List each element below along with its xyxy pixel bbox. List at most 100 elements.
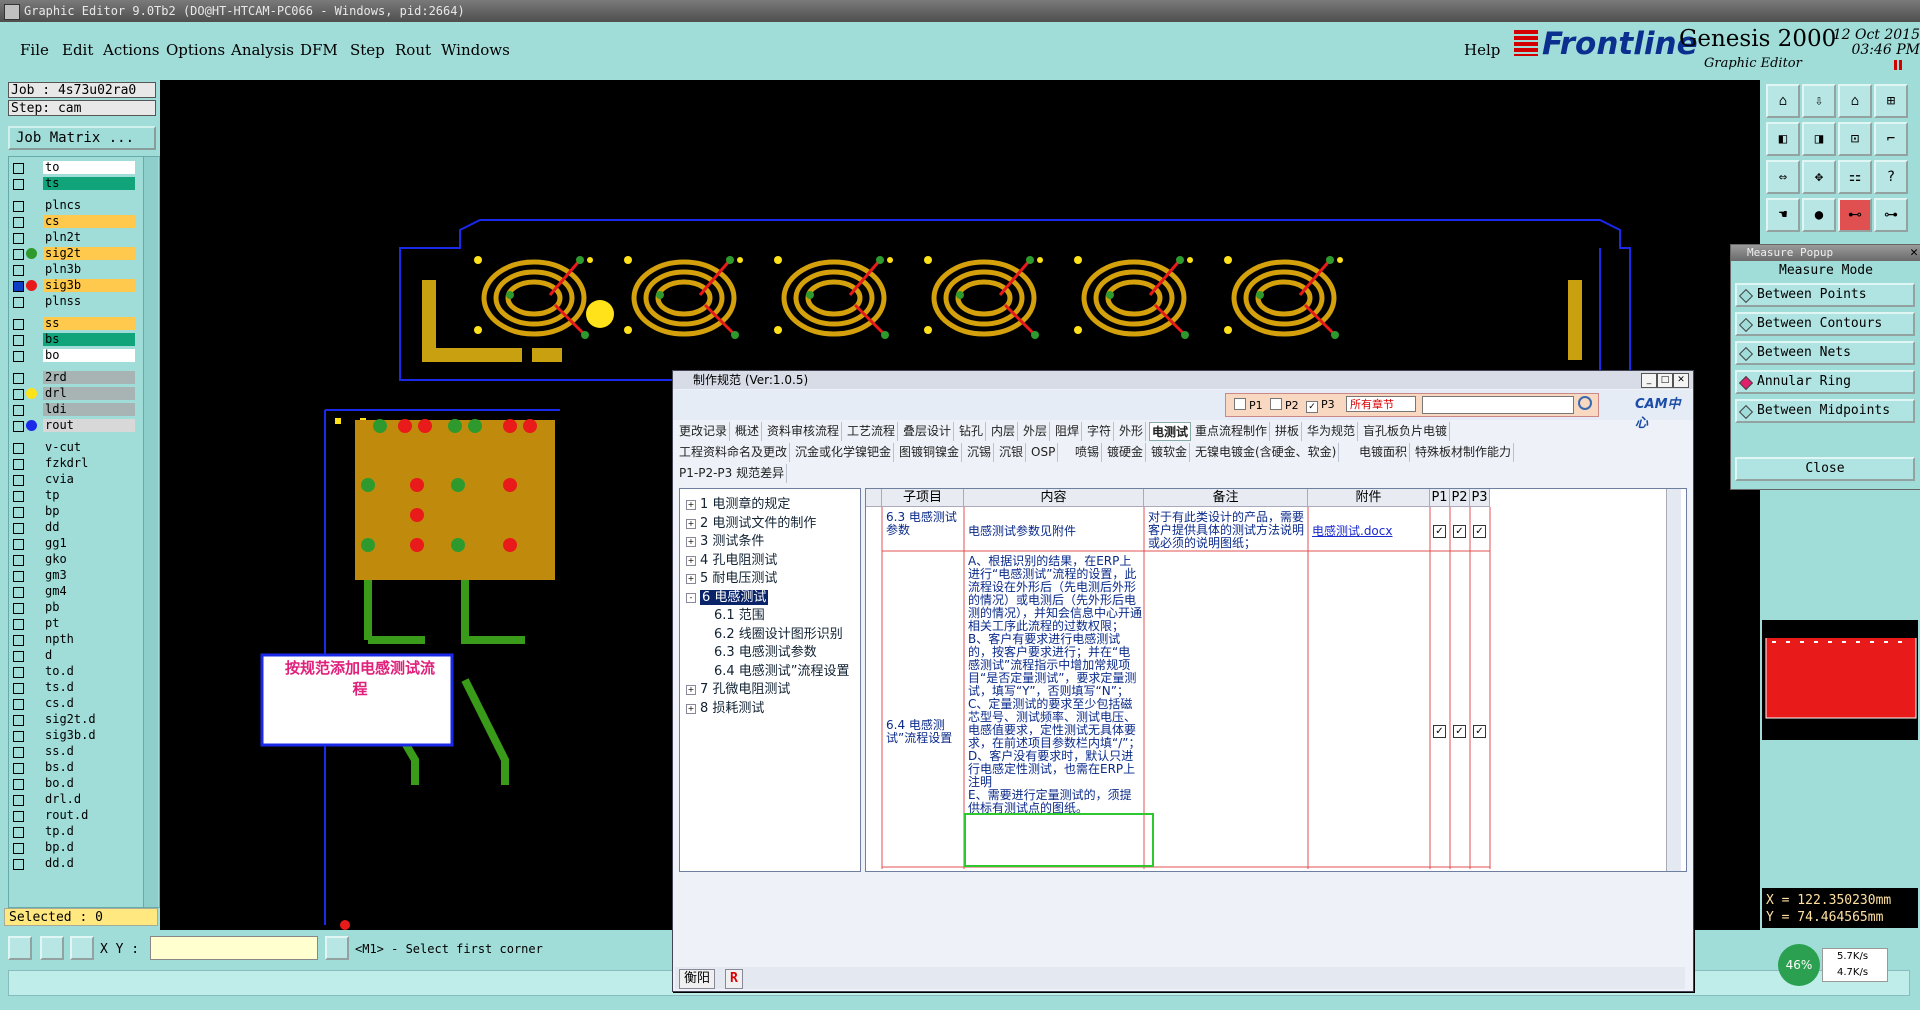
layer-name[interactable]: ldi	[43, 403, 135, 416]
zoom-area-icon[interactable]	[8, 936, 32, 960]
layer-row[interactable]: sig3b.d	[9, 729, 139, 743]
menu-options[interactable]: Options	[166, 41, 225, 59]
layer-name[interactable]: bs	[43, 333, 135, 346]
layer-name[interactable]: drl	[43, 387, 135, 400]
row2-p2-checkbox[interactable]: ✓	[1453, 725, 1466, 738]
layer-name[interactable]: pt	[43, 617, 135, 630]
layer-row[interactable]: dd	[9, 521, 139, 535]
layer-row[interactable]: gko	[9, 553, 139, 567]
layer-row[interactable]: pln2t	[9, 231, 139, 245]
layer-name[interactable]: ts	[43, 177, 135, 190]
layer-checkbox[interactable]	[13, 233, 24, 244]
layer-row[interactable]: pln3b	[9, 263, 139, 277]
layer-checkbox[interactable]	[13, 507, 24, 518]
layer-checkbox[interactable]	[13, 335, 24, 346]
layer-checkbox[interactable]	[13, 389, 24, 400]
menu-help[interactable]: Help	[1464, 41, 1500, 59]
doc-tab[interactable]: 叠层设计	[901, 422, 955, 441]
tree-node[interactable]: 6.3 电感测试参数	[714, 641, 817, 660]
layer-checkbox[interactable]	[13, 619, 24, 630]
layer-name[interactable]: pln3b	[43, 263, 135, 276]
info-icon[interactable]	[325, 936, 349, 960]
zoom-in-icon[interactable]: ⇩	[1802, 84, 1836, 118]
measure-icon[interactable]: ⊷	[1838, 198, 1872, 232]
menu-actions[interactable]: Actions	[103, 41, 159, 59]
grid-icon[interactable]: ⊞	[1874, 84, 1908, 118]
layer-checkbox[interactable]	[13, 811, 24, 822]
layer-checkbox[interactable]	[13, 523, 24, 534]
layer-name[interactable]: dd.d	[43, 857, 135, 870]
layer-row[interactable]: gm3	[9, 569, 139, 583]
layer-row[interactable]: ldi	[9, 403, 139, 417]
layer-row[interactable]: to.d	[9, 665, 139, 679]
doc-tab[interactable]: 盲孔板负片电镀	[1361, 422, 1451, 441]
layer-checkbox[interactable]	[13, 603, 24, 614]
layer-row[interactable]: cvia	[9, 473, 139, 487]
layer-checkbox[interactable]	[13, 297, 24, 308]
pause-icon[interactable]	[1894, 60, 1902, 70]
layer-row[interactable]: pb	[9, 601, 139, 615]
layer-checkbox[interactable]	[13, 281, 24, 292]
menu-step[interactable]: Step	[350, 41, 385, 59]
probe-icon[interactable]: ●	[1802, 198, 1836, 232]
zoom-line-icon[interactable]	[40, 936, 64, 960]
layer-checkbox[interactable]	[13, 491, 24, 502]
menu-file[interactable]: File	[20, 41, 49, 59]
tree-node[interactable]: +8 损耗测试	[686, 697, 764, 716]
layer-name[interactable]: plnss	[43, 295, 135, 308]
layer-name[interactable]: bo	[43, 349, 135, 362]
site-button[interactable]: 衡阳	[679, 969, 716, 989]
layer-row[interactable]: tp.d	[9, 825, 139, 839]
job-matrix-button[interactable]: Job Matrix ...	[8, 126, 156, 150]
layer-checkbox[interactable]	[13, 795, 24, 806]
layer-name[interactable]: to.d	[43, 665, 135, 678]
table-scrollbar[interactable]	[1666, 489, 1681, 871]
doc-tab[interactable]: 重点流程制作	[1193, 422, 1271, 441]
layer-checkbox[interactable]	[13, 405, 24, 416]
menu-analysis[interactable]: Analysis	[231, 41, 294, 59]
home-icon[interactable]: ⌂	[1838, 84, 1872, 118]
layer-name[interactable]: sig2t	[43, 247, 135, 260]
layer-row[interactable]: to	[9, 161, 139, 175]
doc-tab[interactable]: 更改记录	[677, 422, 731, 441]
layer-scrollbar[interactable]	[143, 157, 158, 907]
layer-checkbox[interactable]	[13, 715, 24, 726]
layer-name[interactable]: tp	[43, 489, 135, 502]
layer-row[interactable]: bo	[9, 349, 139, 363]
layer-name[interactable]: 2rd	[43, 371, 135, 384]
layer-row[interactable]: bo.d	[9, 777, 139, 791]
layer-row[interactable]: sig3b	[9, 279, 139, 293]
layer-checkbox[interactable]	[13, 351, 24, 362]
doc-tab[interactable]: 镀软金	[1149, 443, 1191, 462]
menu-windows[interactable]: Windows	[441, 41, 510, 59]
layer-name[interactable]: npth	[43, 633, 135, 646]
layer-row[interactable]: dd.d	[9, 857, 139, 871]
refresh-button[interactable]: R	[725, 969, 743, 989]
expand-icon[interactable]: +	[686, 555, 696, 566]
doc-tab[interactable]: 工艺流程	[845, 422, 899, 441]
layer-row[interactable]: drl.d	[9, 793, 139, 807]
layer-name[interactable]: cs	[43, 215, 135, 228]
expand-icon[interactable]: +	[686, 518, 696, 529]
layer-name[interactable]: gg1	[43, 537, 135, 550]
pan-left-icon[interactable]: ◧	[1766, 122, 1800, 156]
layer-checkbox[interactable]	[13, 843, 24, 854]
help-icon[interactable]: ?	[1874, 160, 1908, 194]
minimize-icon[interactable]: _	[1641, 373, 1657, 388]
zoom-fit-icon[interactable]: ⇔	[1766, 160, 1800, 194]
layer-row[interactable]: bp	[9, 505, 139, 519]
layer-row[interactable]: plnss	[9, 295, 139, 309]
layer-name[interactable]: rout.d	[43, 809, 135, 822]
layer-row[interactable]: ss.d	[9, 745, 139, 759]
layer-row[interactable]: 2rd	[9, 371, 139, 385]
tree-node[interactable]: +5 耐电压测试	[686, 567, 777, 586]
expand-icon[interactable]: +	[686, 500, 696, 510]
layer-name[interactable]: pb	[43, 601, 135, 614]
layer-checkbox[interactable]	[13, 699, 24, 710]
zoom-home-icon[interactable]: ⌂	[1766, 84, 1800, 118]
menu-rout[interactable]: Rout	[395, 41, 431, 59]
layer-checkbox[interactable]	[13, 651, 24, 662]
search-input[interactable]	[1422, 396, 1574, 414]
layer-name[interactable]: d	[43, 649, 135, 662]
doc-tab[interactable]: OSP	[1029, 443, 1059, 462]
